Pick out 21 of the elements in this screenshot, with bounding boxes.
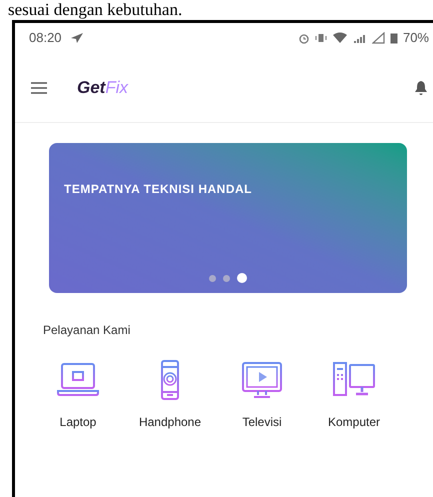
service-label[interactable]: Handphone [138, 413, 202, 431]
banner-title: TEMPATNYA TEKNISI HANDAL [64, 181, 254, 198]
app-logo: GetFix [77, 76, 128, 99]
wifi-icon [332, 32, 348, 44]
monitor-play-icon[interactable] [240, 359, 284, 401]
send-icon [70, 32, 84, 44]
battery-icon [390, 32, 398, 44]
service-label[interactable]: Televisi [242, 413, 282, 431]
banner-card[interactable]: TEMPATNYA TEKNISI HANDAL [49, 143, 407, 293]
alarm-icon [298, 32, 310, 44]
section-heading: Pelayanan Kami [42, 322, 132, 339]
vibrate-icon [314, 32, 327, 44]
status-time: 08:20 [29, 29, 62, 48]
menu-icon[interactable] [31, 82, 47, 94]
battery-percentage: 70% [402, 29, 429, 48]
service-label[interactable]: Komputer [328, 413, 380, 431]
signal-icon [352, 32, 367, 44]
service-label[interactable]: Laptop [60, 413, 96, 431]
signal-icon [372, 32, 385, 44]
notification-bell-icon[interactable] [415, 80, 427, 96]
document-text: sesuai dengan kebutuhan. [7, 0, 184, 20]
